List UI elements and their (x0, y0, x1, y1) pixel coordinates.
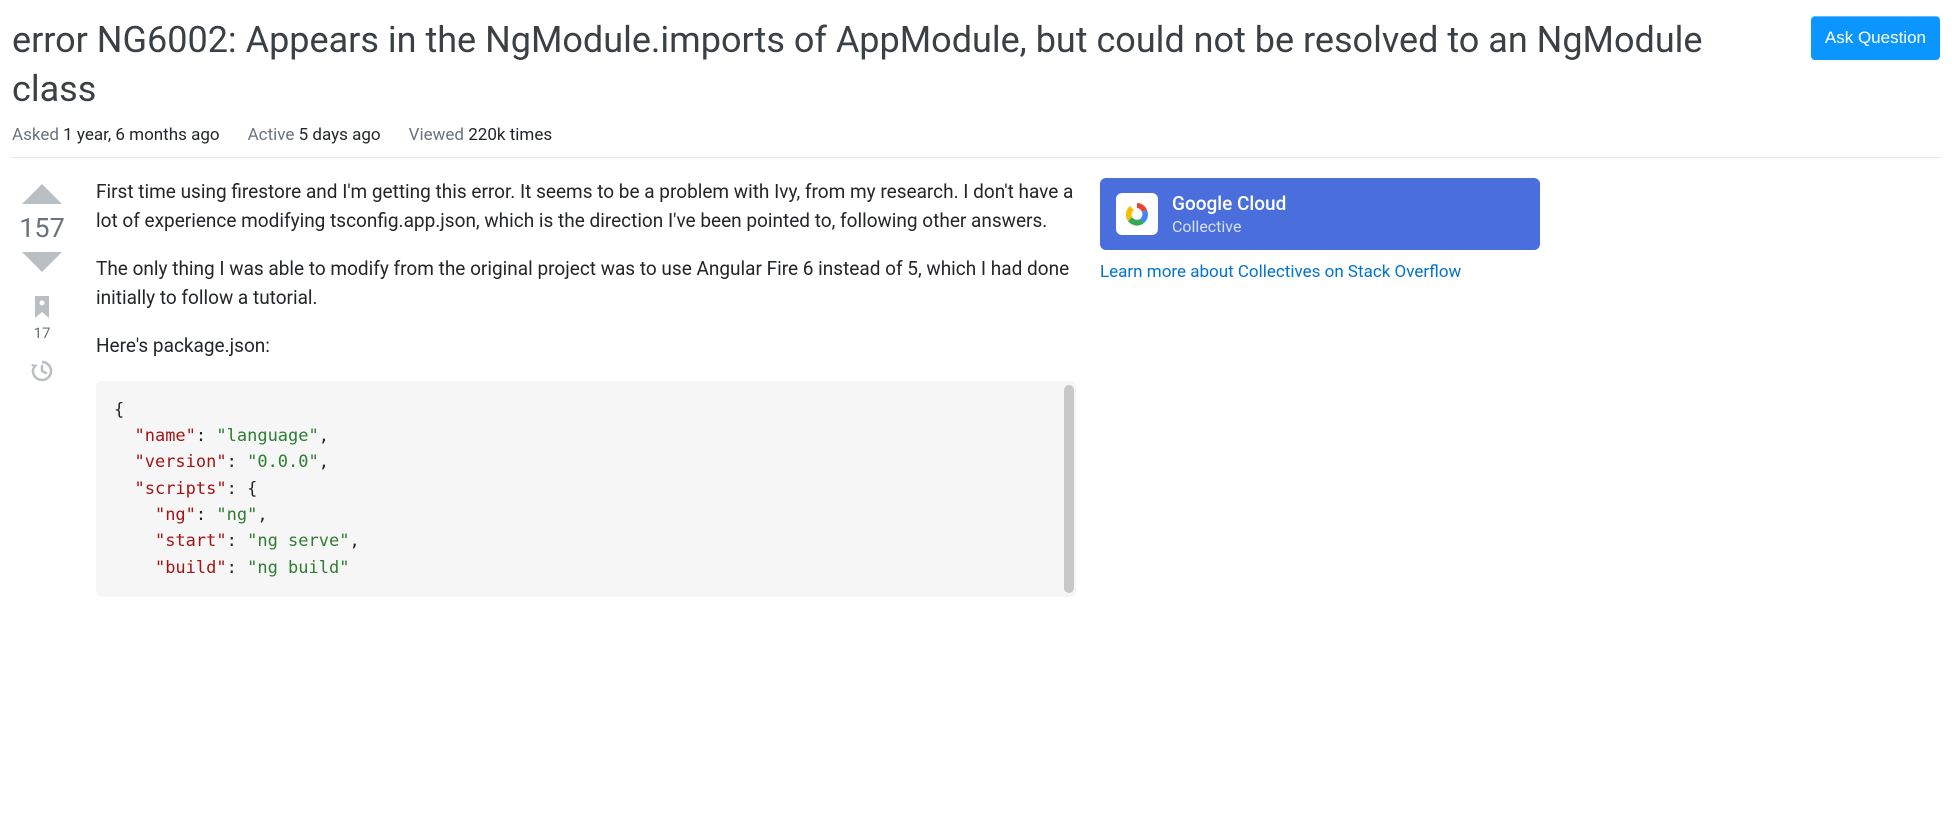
code-token: "ng serve" (247, 531, 349, 551)
code-token: { (114, 400, 124, 420)
collective-subtitle: Collective (1172, 217, 1286, 236)
code-token: , (319, 452, 329, 472)
bookmark-count: 17 (34, 324, 51, 342)
code-token: "name" (134, 426, 195, 446)
collective-title: Google Cloud (1172, 192, 1286, 215)
code-block[interactable]: { "name": "language", "version": "0.0.0"… (96, 381, 1076, 597)
upvote-icon[interactable] (20, 178, 64, 206)
code-token: : (227, 558, 247, 578)
meta-asked-value: 1 year, 6 months ago (63, 125, 219, 145)
code-token: , (319, 426, 329, 446)
google-cloud-logo-icon (1116, 193, 1158, 235)
meta-viewed-value: 220k times (468, 125, 552, 145)
question-title[interactable]: error NG6002: Appears in the NgModule.im… (12, 16, 1791, 113)
code-token: "language" (216, 426, 318, 446)
code-token: , (349, 531, 359, 551)
code-token: "start" (155, 531, 227, 551)
code-token: "ng" (216, 505, 257, 525)
history-icon[interactable] (29, 358, 55, 384)
vote-column: 157 17 (12, 178, 72, 384)
collectives-learn-more-link[interactable]: Learn more about Collectives on Stack Ov… (1100, 262, 1540, 282)
question-body: First time using firestore and I'm getti… (96, 178, 1076, 597)
bookmark-icon[interactable] (31, 294, 53, 320)
code-token: : { (227, 479, 258, 499)
code-token: "ng build" (247, 558, 349, 578)
code-token: : (227, 531, 247, 551)
meta-active-label: Active (248, 125, 295, 145)
meta-asked: Asked 1 year, 6 months ago (12, 125, 220, 145)
code-token: "ng" (155, 505, 196, 525)
code-token: , (257, 505, 267, 525)
downvote-icon[interactable] (20, 250, 64, 278)
code-token: "build" (155, 558, 227, 578)
meta-viewed-label: Viewed (409, 125, 464, 145)
meta-asked-label: Asked (12, 125, 59, 145)
meta-active-value: 5 days ago (299, 125, 381, 145)
ask-question-button[interactable]: Ask Question (1811, 16, 1940, 60)
code-token: : (196, 426, 216, 446)
paragraph-1: First time using firestore and I'm getti… (96, 178, 1076, 235)
paragraph-2: The only thing I was able to modify from… (96, 255, 1076, 312)
code-token: "0.0.0" (247, 452, 319, 472)
collective-card[interactable]: Google Cloud Collective (1100, 178, 1540, 250)
paragraph-3: Here's package.json: (96, 332, 1076, 361)
code-token: : (196, 505, 216, 525)
sidebar: Google Cloud Collective Learn more about… (1100, 178, 1540, 282)
code-token: : (227, 452, 247, 472)
vote-score: 157 (19, 212, 65, 244)
meta-active: Active 5 days ago (248, 125, 381, 145)
meta-viewed: Viewed 220k times (409, 125, 552, 145)
code-token: "version" (134, 452, 226, 472)
question-meta: Asked 1 year, 6 months ago Active 5 days… (12, 125, 1940, 158)
code-token: "scripts" (134, 479, 226, 499)
